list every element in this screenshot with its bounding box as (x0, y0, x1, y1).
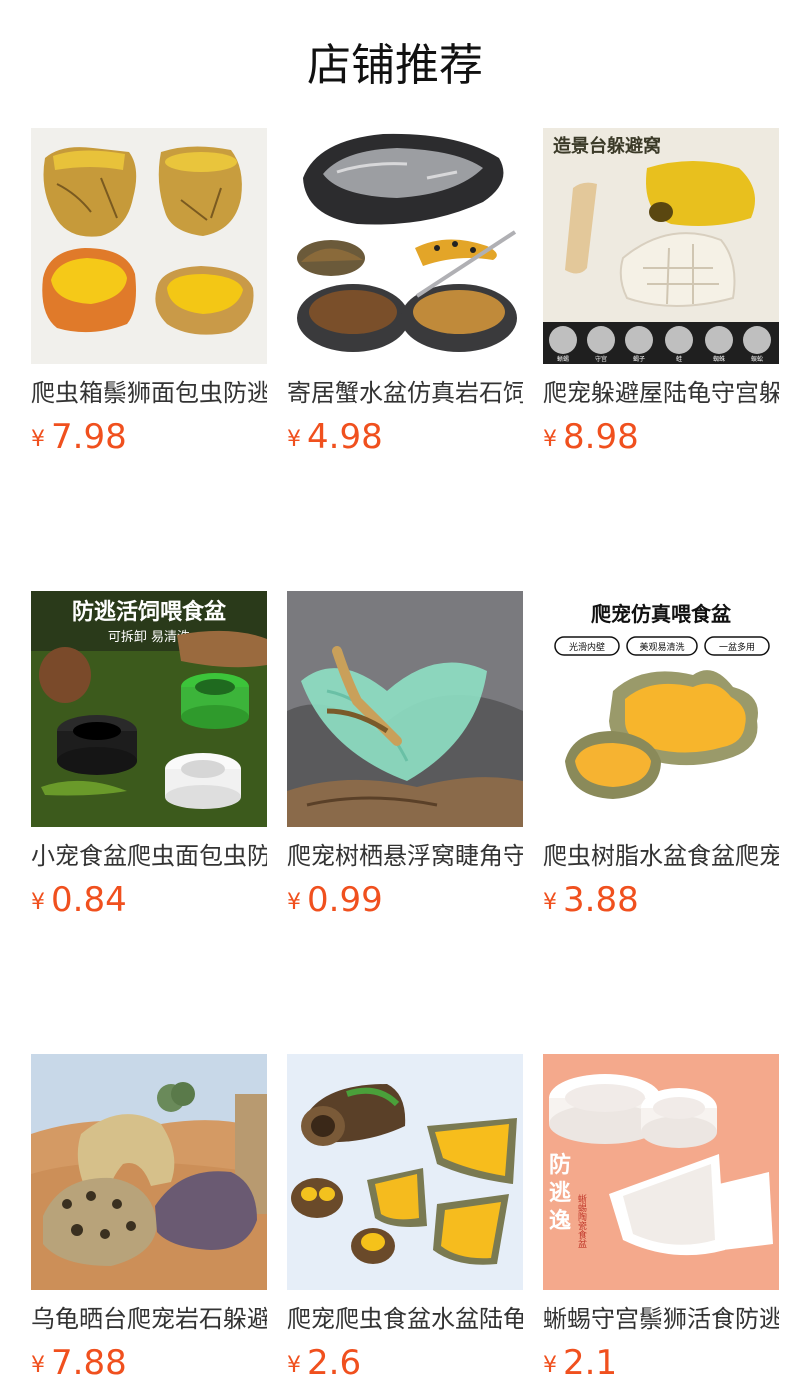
currency-symbol: ¥ (287, 890, 301, 915)
page-title: 店铺推荐 (307, 40, 483, 91)
price-value: 2.1 (563, 1343, 618, 1383)
currency-symbol: ¥ (543, 1353, 557, 1378)
svg-text:光滑内壁: 光滑内壁 (569, 641, 605, 653)
product-price: ¥2.1 (543, 1341, 779, 1385)
product-image-hide-caves[interactable]: 造景台躲避窝 蜥蜴 守宫 蝎子 蛙 蜘蛛 蜈蚣 (543, 128, 779, 364)
product-grid: 爬虫箱鬃狮面包虫防逃食盆 ¥7.98 (31, 128, 790, 1385)
currency-symbol: ¥ (543, 890, 557, 915)
currency-symbol: ¥ (31, 427, 45, 452)
svg-text:守宫: 守宫 (595, 355, 607, 363)
product-image-log-bowls[interactable] (287, 1054, 523, 1290)
store-recommendation-page: 店铺推荐 爬虫箱鬃狮面包虫防逃食盆 ¥7 (0, 0, 790, 1383)
svg-text:蜥蜴: 蜥蜴 (557, 355, 569, 363)
product-image-yellow-rock-dishes[interactable] (31, 128, 267, 364)
product-price: ¥3.88 (543, 878, 779, 922)
svg-text:防: 防 (549, 1153, 571, 1178)
product-name[interactable]: 爬宠爬虫食盆水盆陆龟树桩 (287, 1302, 523, 1336)
product-name[interactable]: 乌龟晒台爬宠岩石躲避洞 (31, 1302, 267, 1336)
price-value: 0.99 (307, 880, 383, 920)
product-name[interactable]: 爬虫树脂水盆食盆爬宠用品 (543, 839, 779, 873)
product-card[interactable]: 爬宠仿真喂食盆 光滑内壁 美观易清洗 一盆多用 爬虫树脂水盆食盆爬宠用品 (543, 591, 779, 922)
product-image-desert-hides[interactable] (31, 1054, 267, 1290)
price-value: 0.84 (51, 880, 127, 920)
product-price: ¥0.84 (31, 878, 267, 922)
product-image-anti-escape-bowls[interactable]: 防逃活饲喂食盆 可拆卸 易清洗 (31, 591, 267, 827)
product-card[interactable]: 乌龟晒台爬宠岩石躲避洞 ¥7.88 (31, 1054, 267, 1385)
product-name[interactable]: 小宠食盆爬虫面包虫防逃盆 (31, 839, 267, 873)
svg-text:逸: 逸 (549, 1208, 571, 1234)
product-card[interactable]: 爬宠爬虫食盆水盆陆龟树桩 ¥2.6 (287, 1054, 523, 1385)
product-image-ceramic-bowls[interactable]: 防 逃 逸 蜥蜴陶瓷食盆 (543, 1054, 779, 1290)
price-value: 2.6 (307, 1343, 362, 1383)
product-name[interactable]: 蜥蜴守宫鬃狮活食防逃盆 (543, 1302, 779, 1336)
product-image-grey-rock-water-bowl[interactable] (287, 128, 523, 364)
product-price: ¥7.98 (31, 415, 267, 459)
svg-text:蜥蜴陶瓷食盆: 蜥蜴陶瓷食盆 (576, 1193, 587, 1248)
product-price: ¥8.98 (543, 415, 779, 459)
price-value: 4.98 (307, 417, 383, 457)
currency-symbol: ¥ (287, 427, 301, 452)
svg-text:一盆多用: 一盆多用 (719, 641, 755, 653)
product-name[interactable]: 爬宠躲避屋陆龟守宫躲避窝 (543, 376, 779, 410)
svg-text:逃: 逃 (549, 1181, 572, 1206)
svg-text:美观易清洗: 美观易清洗 (639, 641, 684, 653)
product-card[interactable]: 寄居蟹水盆仿真岩石饲料盆 ¥4.98 (287, 128, 523, 459)
product-price: ¥7.88 (31, 1341, 267, 1385)
currency-symbol: ¥ (31, 1353, 45, 1378)
currency-symbol: ¥ (287, 1353, 301, 1378)
product-card[interactable]: 防 逃 逸 蜥蜴陶瓷食盆 蜥蜴守宫鬃狮活食防逃盆 ¥2.1 (543, 1054, 779, 1385)
product-image-leaf-hammock[interactable] (287, 591, 523, 827)
product-card[interactable]: 造景台躲避窝 蜥蜴 守宫 蝎子 蛙 蜘蛛 蜈蚣 爬宠躲避屋陆龟守宫躲 ¥ 8.9… (543, 128, 779, 459)
image-banner-text: 防逃活饲喂食盆 (72, 599, 227, 625)
price-value: 7.88 (51, 1343, 127, 1383)
currency-symbol: ¥ (31, 890, 45, 915)
product-card[interactable]: 爬宠树栖悬浮窝睫角守宫 ¥0.99 (287, 591, 523, 922)
product-card[interactable]: 爬虫箱鬃狮面包虫防逃食盆 ¥7.98 (31, 128, 267, 459)
product-image-resin-feeding-bowls[interactable]: 爬宠仿真喂食盆 光滑内壁 美观易清洗 一盆多用 (543, 591, 779, 827)
currency-symbol: ¥ (543, 427, 557, 452)
product-card[interactable]: 防逃活饲喂食盆 可拆卸 易清洗 小宠食盆爬虫面包虫防 ¥ 0.84 (31, 591, 267, 922)
price-value: 7.98 (51, 417, 127, 457)
svg-text:蛙: 蛙 (676, 355, 682, 363)
price-value: 3.88 (563, 880, 639, 920)
product-name[interactable]: 爬宠树栖悬浮窝睫角守宫 (287, 839, 523, 873)
product-name[interactable]: 寄居蟹水盆仿真岩石饲料盆 (287, 376, 523, 410)
product-name[interactable]: 爬虫箱鬃狮面包虫防逃食盆 (31, 376, 267, 410)
image-badge-text: 造景台躲避窝 (553, 135, 661, 157)
product-price: ¥4.98 (287, 415, 523, 459)
product-price: ¥0.99 (287, 878, 523, 922)
svg-text:蜈蚣: 蜈蚣 (751, 355, 763, 363)
svg-text:蝎子: 蝎子 (633, 355, 645, 363)
svg-text:蜘蛛: 蜘蛛 (713, 355, 725, 363)
price-value: 8.98 (563, 417, 639, 457)
product-price: ¥2.6 (287, 1341, 523, 1385)
image-headline-text: 爬宠仿真喂食盆 (591, 602, 732, 626)
